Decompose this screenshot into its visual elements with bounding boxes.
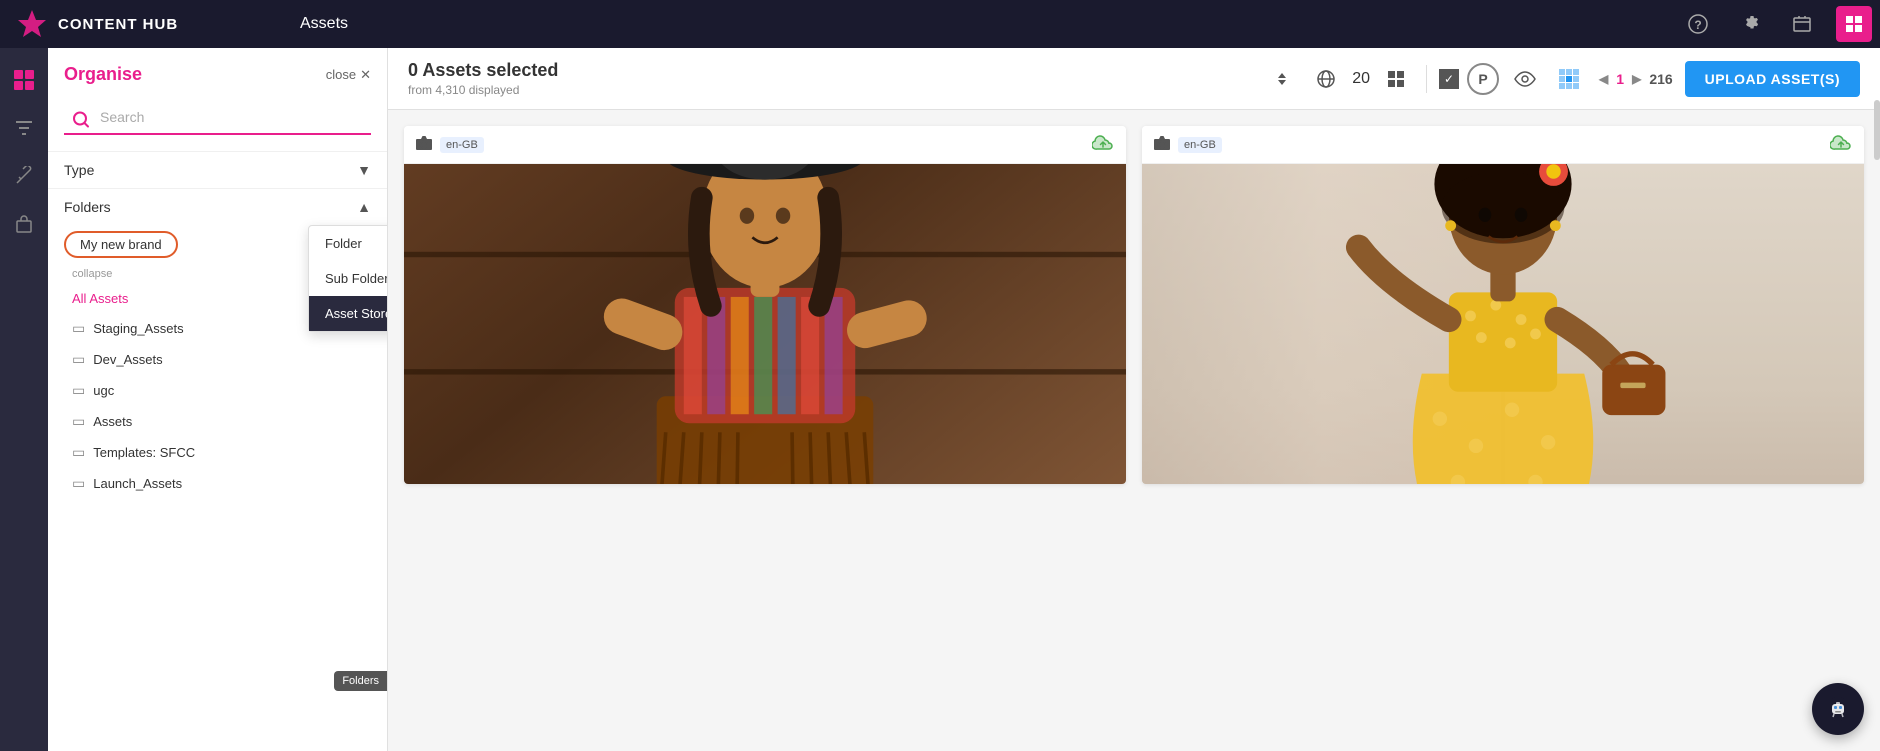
- folder-icon: ▭: [72, 382, 85, 399]
- camera-icon: [416, 136, 432, 153]
- sidebar-icon-grid[interactable]: [4, 60, 44, 100]
- language-icon[interactable]: [1308, 61, 1344, 97]
- asset-grid: en-GB: [388, 110, 1880, 500]
- folder-name: Assets: [93, 414, 132, 429]
- asset-card-header-1: en-GB: [404, 126, 1126, 164]
- dropdown-subfolder-label: Sub Folder: [325, 271, 388, 286]
- per-page-number: 20: [1352, 70, 1370, 88]
- search-icon: [72, 111, 90, 134]
- folder-item-assets[interactable]: ▭ Assets: [48, 406, 387, 437]
- folder-item-templates[interactable]: ▭ Templates: SFCC: [48, 437, 387, 468]
- assets-selected-text: 0 Assets selected: [408, 60, 1252, 81]
- assets-toolbar: 0 Assets selected from 4,310 displayed 2…: [388, 48, 1880, 110]
- dropdown-item-subfolder[interactable]: Sub Folder: [309, 261, 388, 296]
- next-page-arrow[interactable]: ▶: [1632, 72, 1641, 86]
- toolbar-divider: [1426, 65, 1427, 93]
- chevron-up-icon: ▲: [357, 199, 371, 215]
- locale-badge-1: en-GB: [440, 137, 484, 153]
- select-all-checkbox[interactable]: ✓: [1439, 69, 1459, 89]
- close-button[interactable]: close ✕: [326, 67, 371, 83]
- folder-item-ugc[interactable]: ▭ ugc: [48, 375, 387, 406]
- asset-card-2: en-GB: [1142, 126, 1864, 484]
- folder-icon: ▭: [72, 413, 85, 430]
- close-label: close: [326, 67, 356, 82]
- folder-brand-row: My new brand New ▾ Folder Sub Folder Ass…: [48, 225, 387, 264]
- cloud-upload-icon-2: [1830, 134, 1852, 155]
- folder-name: Launch_Assets: [93, 476, 182, 491]
- folder-icon: ▭: [72, 320, 85, 337]
- section-title: Assets: [280, 15, 1680, 33]
- folder-name: Staging_Assets: [93, 321, 183, 336]
- collapse-label: collapse: [72, 268, 112, 280]
- dropdown-asset-store-label: Asset Store: [325, 306, 388, 321]
- pagination-block: ◀ 1 ▶ 216: [1599, 71, 1673, 87]
- brand-name-text: My new brand: [80, 237, 162, 252]
- help-icon[interactable]: ?: [1680, 6, 1716, 42]
- assets-displayed-text: from 4,310 displayed: [408, 83, 1252, 97]
- organise-title: Organise: [64, 64, 142, 85]
- current-page: 1: [1616, 71, 1624, 87]
- chevron-down-icon: ▼: [357, 162, 371, 178]
- app-switcher-icon[interactable]: [1836, 6, 1872, 42]
- assets-count-block: 0 Assets selected from 4,310 displayed: [408, 60, 1252, 97]
- sidebar-icon-tools[interactable]: [4, 156, 44, 196]
- folder-icon: ▭: [72, 444, 85, 461]
- brand-title: CONTENT HUB: [58, 16, 178, 33]
- asset-image-1: [404, 164, 1126, 484]
- locale-badge-2: en-GB: [1178, 137, 1222, 153]
- organise-panel: Organise close ✕ Type ▼ Folders ▲ My new…: [48, 48, 388, 751]
- type-filter-row[interactable]: Type ▼: [48, 151, 387, 188]
- folder-icon: ▭: [72, 351, 85, 368]
- folder-name: Templates: SFCC: [93, 445, 195, 460]
- folders-title: Folders: [64, 199, 111, 215]
- dropdown-item-folder[interactable]: Folder: [309, 226, 388, 261]
- sidebar-icon-package[interactable]: [4, 204, 44, 244]
- close-icon: ✕: [360, 67, 371, 83]
- camera-icon-2: [1154, 136, 1170, 153]
- scrollbar-indicator: [1874, 100, 1880, 160]
- asset-card-1: en-GB: [404, 126, 1126, 484]
- upload-assets-button[interactable]: UPLOAD ASSET(S): [1685, 61, 1860, 97]
- folder-item-launch[interactable]: ▭ Launch_Assets: [48, 468, 387, 499]
- svg-text:?: ?: [1694, 18, 1701, 32]
- search-container: [48, 93, 387, 151]
- folders-header: Folders ▲: [48, 188, 387, 225]
- all-assets-label: All Assets: [72, 291, 128, 306]
- sort-arrows-icon[interactable]: [1264, 61, 1300, 97]
- profile-circle[interactable]: P: [1467, 63, 1499, 95]
- grid-view-icon[interactable]: [1378, 61, 1414, 97]
- settings-icon[interactable]: [1732, 6, 1768, 42]
- chat-widget[interactable]: [1812, 683, 1864, 735]
- asset-card-header-2: en-GB: [1142, 126, 1864, 164]
- new-dropdown-menu: Folder Sub Folder Asset Store: [308, 225, 388, 332]
- folder-item-dev[interactable]: ▭ Dev_Assets: [48, 344, 387, 375]
- brand-area: CONTENT HUB: [0, 8, 280, 40]
- eye-icon[interactable]: [1507, 61, 1543, 97]
- search-input[interactable]: [64, 101, 371, 135]
- dropdown-folder-label: Folder: [325, 236, 362, 251]
- brand-name-oval[interactable]: My new brand: [64, 231, 178, 258]
- folders-tag: Folders: [334, 671, 387, 691]
- type-filter-label: Type: [64, 162, 94, 178]
- main-content: 0 Assets selected from 4,310 displayed 2…: [388, 48, 1880, 751]
- grid-pattern-icon[interactable]: [1551, 61, 1587, 97]
- nav-actions: ?: [1680, 6, 1880, 42]
- left-sidebar: [0, 48, 48, 751]
- asset-image-2: [1142, 164, 1864, 484]
- dropdown-item-asset-store[interactable]: Asset Store: [309, 296, 388, 331]
- total-pages: 216: [1649, 71, 1672, 87]
- organise-header: Organise close ✕: [48, 48, 387, 93]
- folder-name: Dev_Assets: [93, 352, 162, 367]
- top-navigation: CONTENT HUB Assets ?: [0, 0, 1880, 48]
- sidebar-icon-filter[interactable]: [4, 108, 44, 148]
- toolbar-icons: 20 ✓ P: [1264, 61, 1587, 97]
- cloud-upload-icon-1: [1092, 134, 1114, 155]
- brand-logo-icon: [16, 8, 48, 40]
- folder-name: ugc: [93, 383, 114, 398]
- share-icon[interactable]: [1784, 6, 1820, 42]
- folder-icon: ▭: [72, 475, 85, 492]
- prev-page-arrow[interactable]: ◀: [1599, 72, 1608, 86]
